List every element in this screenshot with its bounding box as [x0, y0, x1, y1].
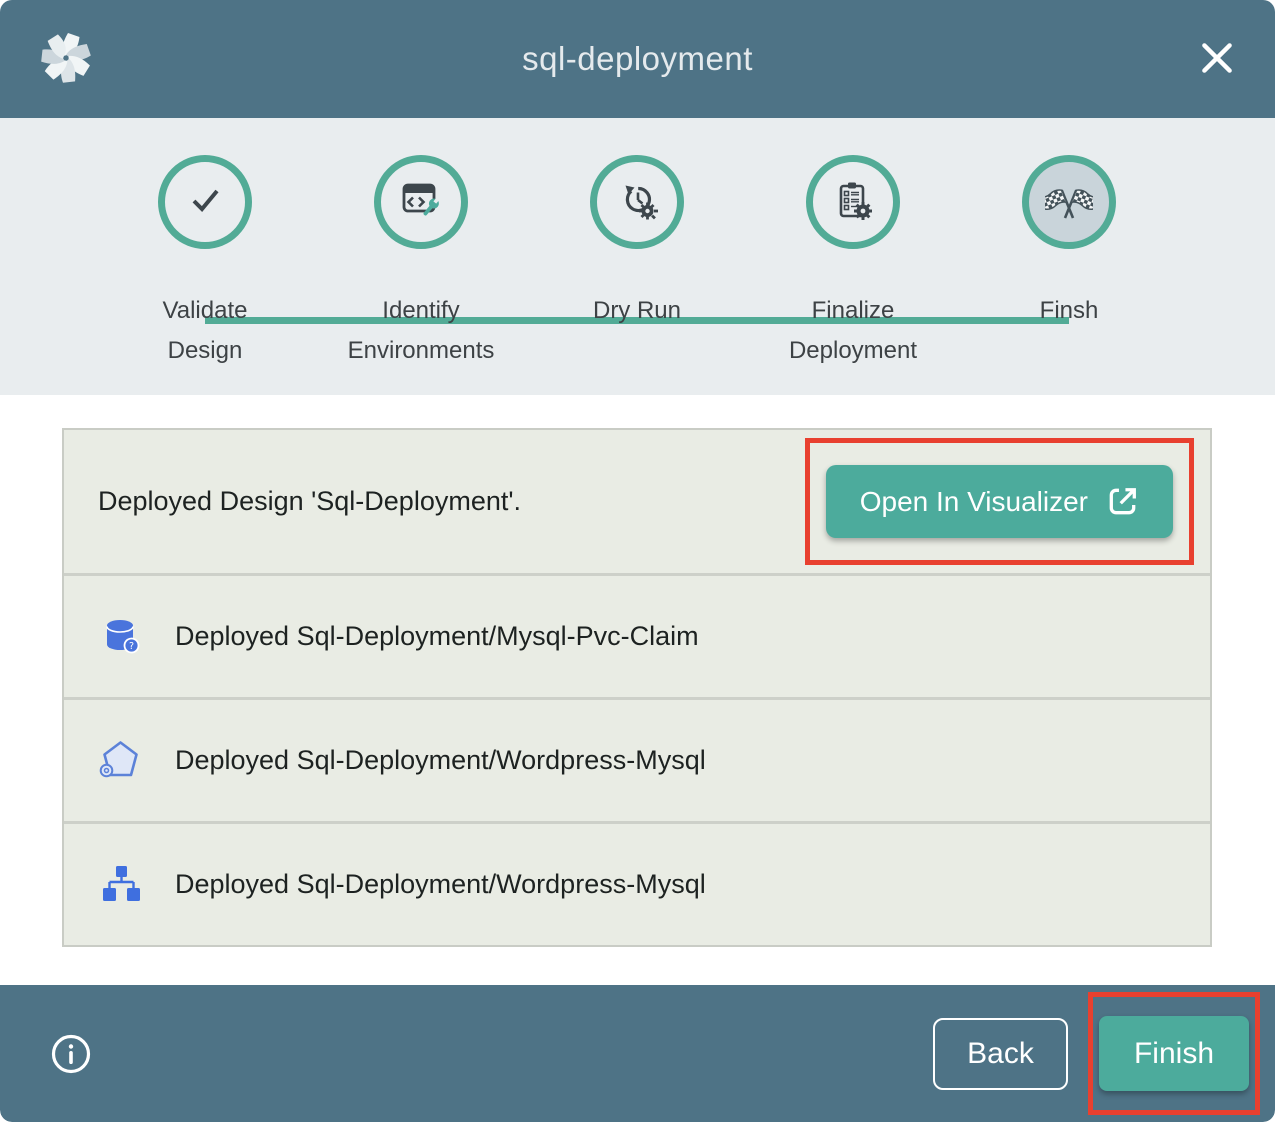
- step-circle-identify-environments: [374, 155, 468, 249]
- step-finish: Finsh: [961, 118, 1177, 371]
- result-text: Deployed Sql-Deployment/Mysql-Pvc-Claim: [175, 621, 699, 652]
- step-label: Finsh: [1040, 291, 1099, 331]
- step-validate-design: ValidateDesign: [97, 118, 313, 371]
- info-button[interactable]: [50, 1033, 92, 1075]
- annotation-box-visualizer: Open In Visualizer: [805, 438, 1194, 565]
- dialog-footer: Back Finish: [0, 985, 1275, 1122]
- stepper: ValidateDesign: [0, 118, 1275, 395]
- result-row: Deployed Sql-Deployment/Wordpress-Mysql: [64, 697, 1210, 821]
- pentagon-icon: [97, 737, 145, 785]
- step-identify-environments: IdentifyEnvironments: [313, 118, 529, 371]
- summary-row: Deployed Design 'Sql-Deployment'. Open I…: [64, 430, 1210, 573]
- finish-button[interactable]: Finish: [1099, 1016, 1249, 1091]
- result-row: ? Deployed Sql-Deployment/Mysql-Pvc-Clai…: [64, 573, 1210, 697]
- result-text: Deployed Sql-Deployment/Wordpress-Mysql: [175, 869, 706, 900]
- step-finalize-deployment: FinalizeDeployment: [745, 118, 961, 371]
- step-label: Dry Run: [593, 291, 681, 331]
- step-circle-dry-run: [590, 155, 684, 249]
- step-circle-finalize-deployment: [806, 155, 900, 249]
- step-label: ValidateDesign: [163, 291, 248, 371]
- step-label: FinalizeDeployment: [789, 291, 917, 371]
- check-icon: [181, 176, 229, 229]
- step-label: IdentifyEnvironments: [348, 291, 495, 371]
- deployment-dialog: sql-deployment Vali: [0, 0, 1275, 1122]
- database-icon: ?: [97, 613, 145, 661]
- dialog-body: Deployed Design 'Sql-Deployment'. Open I…: [0, 395, 1275, 985]
- close-button[interactable]: [1193, 35, 1241, 83]
- dialog-header: sql-deployment: [0, 0, 1275, 118]
- step-circle-finish: [1022, 155, 1116, 249]
- step-dry-run: Dry Run: [529, 118, 745, 371]
- svg-text:?: ?: [129, 641, 134, 652]
- clipboard-gear-icon: [829, 176, 877, 229]
- step-circle-validate-design: [158, 155, 252, 249]
- finish-flags-icon: [1045, 176, 1093, 229]
- result-text: Deployed Sql-Deployment/Wordpress-Mysql: [175, 745, 706, 776]
- external-link-icon: [1106, 485, 1139, 518]
- hierarchy-icon: [97, 861, 145, 909]
- result-row: Deployed Sql-Deployment/Wordpress-Mysql: [64, 821, 1210, 945]
- annotation-box-finish: Finish: [1088, 992, 1260, 1115]
- close-icon: [1196, 37, 1238, 82]
- code-config-icon: [397, 176, 445, 229]
- open-in-visualizer-button[interactable]: Open In Visualizer: [826, 465, 1173, 538]
- dialog-title: sql-deployment: [0, 0, 1275, 118]
- info-icon: [50, 1063, 92, 1078]
- dry-run-icon: [613, 176, 661, 229]
- summary-text: Deployed Design 'Sql-Deployment'.: [98, 486, 521, 517]
- back-button[interactable]: Back: [933, 1018, 1068, 1090]
- results-panel: Deployed Design 'Sql-Deployment'. Open I…: [62, 428, 1212, 947]
